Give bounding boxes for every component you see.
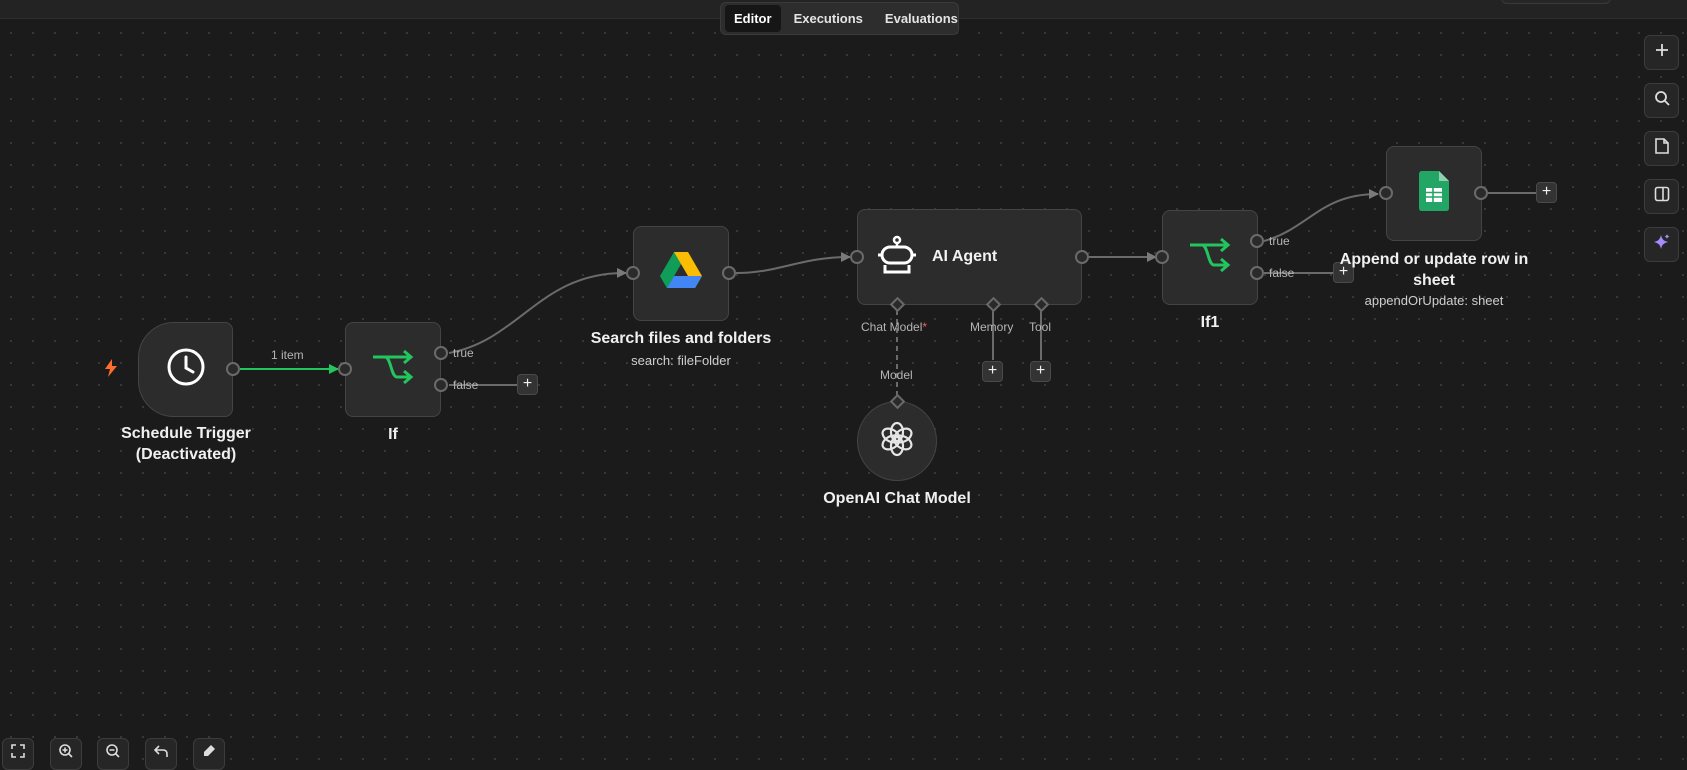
if1-input-port[interactable] [1155,250,1169,264]
google-sheets-icon [1419,171,1449,216]
clean-up-button[interactable] [193,738,225,770]
zoom-out-icon [106,744,120,763]
tool-label: Tool [1029,320,1052,334]
ai-assistant-button[interactable] [1644,227,1679,262]
fit-view-button[interactable] [2,738,34,770]
edge-item-count: 1 item [271,348,304,362]
sheets-output-port[interactable] [1474,186,1488,200]
zoom-in-button[interactable] [50,738,82,770]
if-true-port[interactable] [434,346,448,360]
openai-icon [879,421,915,462]
model-port-label: Model [880,368,913,382]
if-input-port[interactable] [338,362,352,376]
ai-agent-input-port[interactable] [850,250,864,264]
add-node-button[interactable] [1644,35,1679,70]
if1-false-port[interactable] [1250,266,1264,280]
clock-icon [166,347,206,392]
sheets-input-port[interactable] [1379,186,1393,200]
schedule-trigger-output-port[interactable] [226,362,240,376]
if-false-label: false [453,378,479,392]
if-node[interactable] [345,322,441,417]
if1-node[interactable] [1162,210,1258,305]
add-sticky-note-button[interactable] [1644,131,1679,166]
chat-model-label: Chat Model* [861,320,928,334]
if1-false-label: false [1269,266,1295,280]
edge-search-to-agent [735,252,851,274]
if-false-port[interactable] [434,378,448,392]
undo-icon [153,745,168,763]
search-icon [1654,90,1670,111]
plus-icon [1655,43,1669,62]
sheets-output-add-button[interactable]: + [1536,182,1557,203]
search-input-port[interactable] [626,266,640,280]
fit-view-icon [11,744,25,763]
add-memory-button[interactable]: + [982,361,1003,382]
ai-agent-title: AI Agent [932,248,998,265]
toggle-panel-button[interactable] [1644,179,1679,214]
if1-true-label: true [1269,234,1290,248]
if-label: If [388,426,398,443]
if-false-add-button[interactable]: + [517,374,538,395]
zoom-in-icon [59,744,73,763]
robot-icon [876,234,918,281]
trigger-bolt-icon [104,359,118,382]
panel-icon [1654,186,1670,207]
zoom-out-button[interactable] [97,738,129,770]
search-nodes-button[interactable] [1644,83,1679,118]
if-true-label: true [453,346,474,360]
ai-sparkle-icon [1653,233,1671,256]
undo-button[interactable] [145,738,177,770]
if1-true-port[interactable] [1250,234,1264,248]
search-output-port[interactable] [722,266,736,280]
search-files-node[interactable] [633,226,729,321]
if1-label: If1 [1200,314,1220,331]
sheets-subtitle: appendOrUpdate: sheet [1364,293,1504,308]
sticky-note-icon [1654,138,1669,159]
append-update-row-node[interactable] [1386,146,1482,241]
search-subtitle: search: fileFolder [631,353,731,368]
branch-icon [1188,235,1232,280]
google-drive-icon [660,252,702,295]
openai-label: OpenAI Chat Model [823,490,971,507]
clean-up-icon [202,745,216,763]
add-tool-button[interactable]: + [1030,361,1051,382]
schedule-trigger-node[interactable] [138,322,233,417]
branch-icon [371,347,415,392]
sheets-label: Append or update row in sheet [1339,251,1529,289]
search-label: Search files and folders [590,330,772,347]
schedule-trigger-label: Schedule Trigger (Deactivated) [121,425,251,463]
ai-agent-node[interactable]: AI Agent [857,209,1082,305]
ai-agent-output-port[interactable] [1075,250,1089,264]
openai-chat-model-node[interactable] [857,401,937,481]
connections-layer [240,189,1536,395]
memory-label: Memory [970,320,1014,334]
